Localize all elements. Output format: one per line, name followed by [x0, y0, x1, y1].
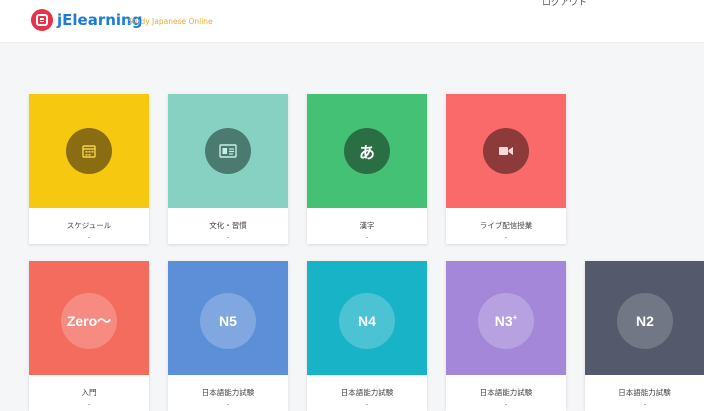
card-schedule-label: スケジュール: [29, 208, 149, 244]
level-zero-text: Zero〜: [66, 313, 112, 329]
card-level-n5-label: 日本語能力試験: [168, 375, 288, 411]
card-level-zero-tile: Zero〜: [29, 261, 149, 375]
card-schedule-tile: [29, 94, 149, 208]
card-culture-tile: [168, 94, 288, 208]
logo-icon[interactable]: [31, 9, 53, 31]
level-n5-text: N5: [219, 313, 237, 329]
id-card-icon: [205, 128, 251, 174]
level-n3-main: N3: [494, 313, 513, 329]
card-kanji-label: 漢字: [307, 208, 427, 244]
level-badge: N2: [617, 293, 673, 349]
level-badge: Zero〜: [61, 293, 117, 349]
hiragana-glyph: あ: [358, 143, 375, 162]
level-n3-plus: +: [512, 313, 518, 322]
card-level-zero-label: 入門: [29, 375, 149, 411]
hiragana-a-icon: あ: [344, 128, 390, 174]
card-level-n4[interactable]: N4 日本語能力試験: [307, 261, 427, 411]
top-header: jElearning Study Japanese Online ログアウト: [0, 0, 704, 43]
card-live-class-tile: [446, 94, 566, 208]
card-culture[interactable]: 文化・習慣: [168, 94, 288, 244]
card-level-n4-tile: N4: [307, 261, 427, 375]
card-level-n3-label: 日本語能力試験: [446, 375, 566, 411]
level-n4-text: N4: [358, 313, 376, 329]
video-camera-icon: [483, 128, 529, 174]
card-level-n2-label: 日本語能力試験: [585, 375, 704, 411]
calendar-icon: [66, 128, 112, 174]
card-kanji[interactable]: あ 漢字: [307, 94, 427, 244]
card-level-n3-tile: N3+: [446, 261, 566, 375]
level-badge: N4: [339, 293, 395, 349]
level-badge: N5: [200, 293, 256, 349]
card-schedule[interactable]: スケジュール: [29, 94, 149, 244]
card-level-n5[interactable]: N5 日本語能力試験: [168, 261, 288, 411]
card-level-zero[interactable]: Zero〜 入門: [29, 261, 149, 411]
card-level-n2-tile: N2: [585, 261, 704, 375]
card-level-n2[interactable]: N2 日本語能力試験: [585, 261, 704, 411]
card-level-n5-tile: N5: [168, 261, 288, 375]
card-kanji-tile: あ: [307, 94, 427, 208]
card-culture-label: 文化・習慣: [168, 208, 288, 244]
level-n3-text: N3+: [495, 313, 518, 329]
level-badge: N3+: [478, 293, 534, 349]
card-level-n4-label: 日本語能力試験: [307, 375, 427, 411]
logout-link[interactable]: ログアウト: [542, 0, 587, 6]
card-live-class-label: ライブ配信授業: [446, 208, 566, 244]
level-n2-text: N2: [636, 313, 654, 329]
card-level-n3[interactable]: N3+ 日本語能力試験: [446, 261, 566, 411]
card-live-class[interactable]: ライブ配信授業: [446, 94, 566, 244]
brand-tagline: Study Japanese Online: [128, 17, 213, 26]
